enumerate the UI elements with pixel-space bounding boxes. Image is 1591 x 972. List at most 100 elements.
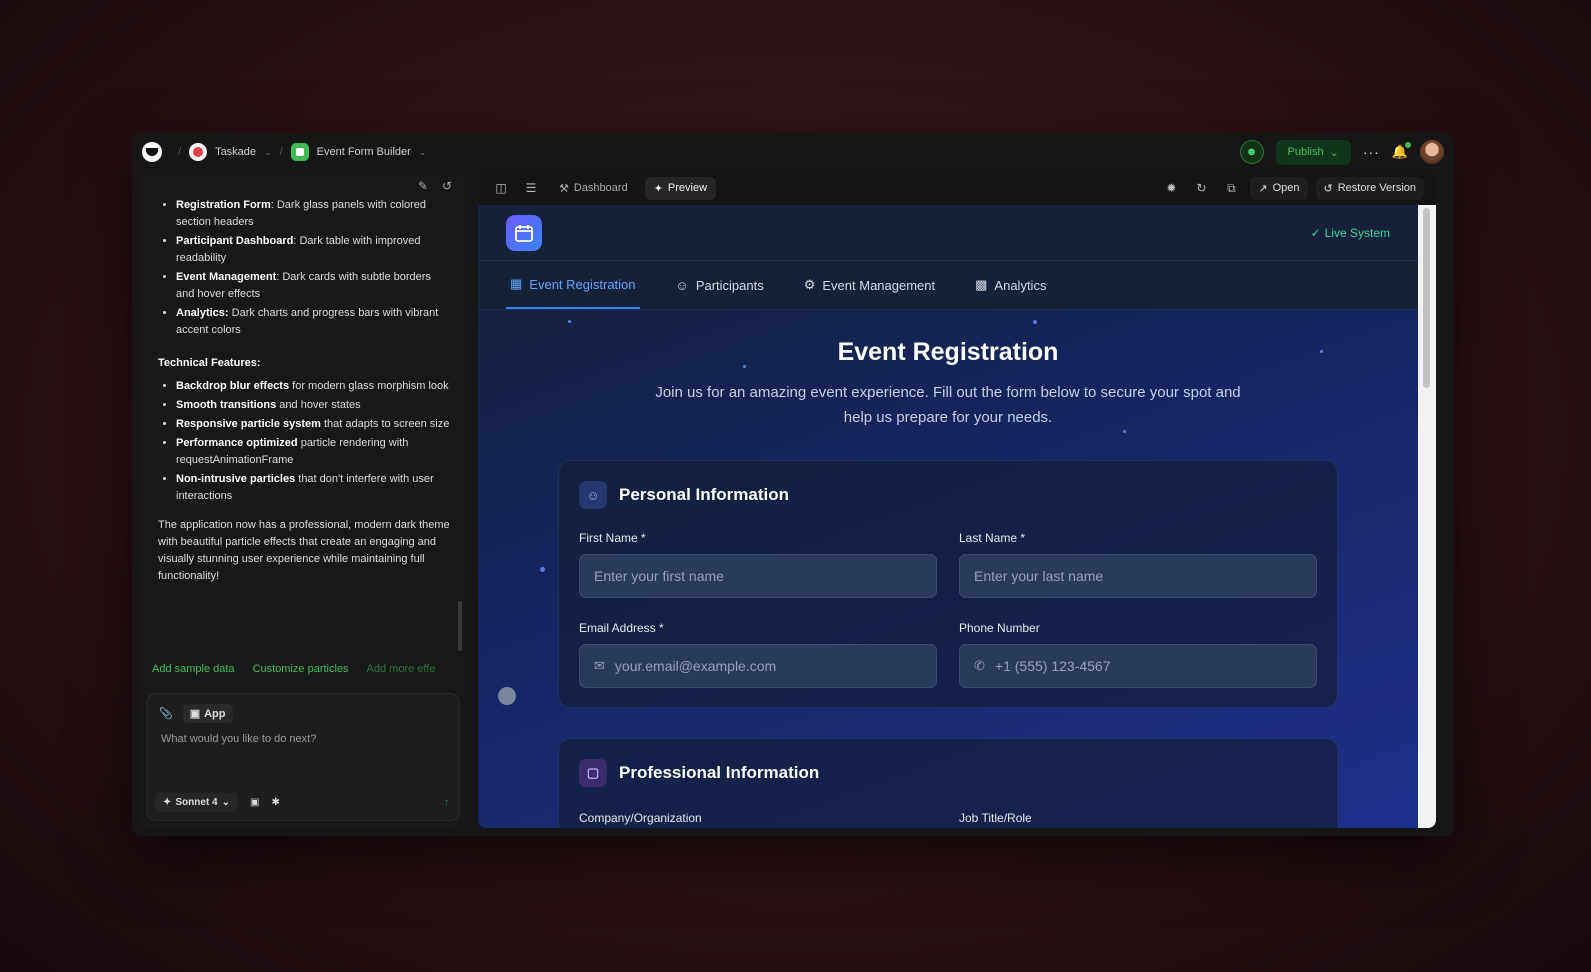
particle <box>1033 320 1037 324</box>
workspace-name[interactable]: Taskade <box>215 146 256 158</box>
summary-text: The application now has a professional, … <box>158 519 450 582</box>
list-item: Participant Dashboard: Dark table with i… <box>176 233 450 267</box>
history-icon: ↺ <box>1323 182 1333 195</box>
bell-icon[interactable]: 🔔 <box>1392 142 1411 160</box>
users-icon: ☺ <box>675 277 689 293</box>
last-name-field: Last Name * Enter your last name <box>959 531 1317 598</box>
calendar-icon: ▦ <box>510 276 523 291</box>
avatar[interactable] <box>1420 140 1444 164</box>
dashboard-tab[interactable]: ⚒ Dashboard <box>550 177 637 200</box>
first-name-field: First Name * Enter your first name <box>579 531 937 598</box>
particle <box>498 687 516 705</box>
tech-features-heading: Technical Features: <box>158 357 261 369</box>
page-subtitle: Join us for an amazing event experience.… <box>655 384 1241 426</box>
wrench-icon: ⚒ <box>559 182 569 195</box>
publish-button[interactable]: Publish ⌄ <box>1275 139 1351 165</box>
taskade-logo-icon[interactable] <box>142 142 162 162</box>
mode-toggle-icon[interactable]: ▣ <box>250 797 259 808</box>
send-arrow-icon[interactable]: ↑ <box>444 797 449 808</box>
particle <box>540 567 545 572</box>
suggestion-customize-particles[interactable]: Customize particles <box>253 663 349 675</box>
refresh-icon[interactable]: ↻ <box>1190 177 1212 199</box>
chevron-down-icon[interactable]: ⌄ <box>419 147 427 158</box>
menu-icon[interactable]: ☰ <box>520 177 542 199</box>
phone-input[interactable]: ✆ +1 (555) 123-4567 <box>959 644 1317 688</box>
app-context-chip[interactable]: ▣ App <box>182 704 233 723</box>
user-icon: ☺ <box>579 481 607 509</box>
copy-icon[interactable]: ⧉ <box>1220 177 1242 199</box>
more-options-icon[interactable]: ··· <box>1363 144 1380 160</box>
section-title: Professional Information <box>619 763 820 782</box>
gear-icon: ⚙ <box>803 277 816 292</box>
list-item: Analytics: Dark charts and progress bars… <box>176 305 450 339</box>
restore-version-button[interactable]: ↺ Restore Version <box>1315 176 1424 200</box>
model-selector[interactable]: ✦ Sonnet 4 ⌄ <box>155 793 239 812</box>
first-name-input[interactable]: Enter your first name <box>579 554 937 598</box>
calendar-icon <box>506 214 542 251</box>
attach-icon[interactable]: 📎 <box>159 707 173 720</box>
particle <box>568 320 571 323</box>
preview-scrollbar[interactable] <box>1418 205 1436 828</box>
company-field: Company/Organization <box>579 811 702 825</box>
briefcase-icon: ▢ <box>579 759 607 787</box>
invite-user-icon[interactable]: ☻ <box>1239 140 1264 164</box>
list-item: Backdrop blur effects for modern glass m… <box>176 378 450 395</box>
sidebar-toggle-icon[interactable]: ◫ <box>490 177 512 199</box>
particle <box>1123 430 1126 433</box>
list-item: Registration Form: Dark glass panels wit… <box>176 197 450 231</box>
tab-event-management[interactable]: ⚙ Event Management <box>800 261 939 309</box>
top-bar: / Taskade ⌄ / Event Form Builder ⌄ ☻ Pub… <box>132 133 1454 171</box>
email-input[interactable]: ✉ your.email@example.com <box>579 644 937 688</box>
tab-event-registration[interactable]: ▦ Event Registration <box>506 261 640 309</box>
tab-analytics[interactable]: ▩ Analytics <box>971 261 1050 309</box>
new-chat-icon[interactable]: ✎ <box>418 179 428 193</box>
chat-input[interactable]: What would you like to do next? <box>147 733 459 745</box>
section-title: Personal Information <box>619 485 790 504</box>
chat-composer: 📎 ▣ App What would you like to do next? ✦… <box>146 693 460 821</box>
magic-wand-icon[interactable]: ✱ <box>271 797 279 808</box>
app-preview: ✓ Live System ▦ Event Registration ☺ Partic… <box>478 205 1418 828</box>
mail-icon: ✉ <box>594 658 605 673</box>
page-title: Event Registration <box>837 338 1059 366</box>
list-item: Event Management: Dark cards with subtle… <box>176 269 450 303</box>
list-item: Non-intrusive particles that don't inter… <box>176 471 450 505</box>
preview-header: ✓ Live System <box>478 205 1418 261</box>
preview-tabs: ▦ Event Registration ☺ Participants ⚙ Event… <box>478 261 1418 310</box>
job-title-field: Job Title/Role <box>959 811 1032 825</box>
suggestion-add-sample-data[interactable]: Add sample data <box>152 663 235 675</box>
preview-toolbar: ◫ ☰ ⚒ Dashboard ✦ Preview ✹ ↻ ⧉ ↗ Open ↺ Res… <box>478 171 1436 205</box>
history-icon[interactable]: ↺ <box>442 179 452 193</box>
professional-info-card: ▢ Professional Information Company/Organi… <box>558 738 1338 828</box>
chat-panel: ✎ ↺ Registration Form: Dark glass panels… <box>140 171 466 828</box>
tech-features-list: Backdrop blur effects for modern glass m… <box>158 378 450 505</box>
preview-tab[interactable]: ✦ Preview <box>644 176 717 200</box>
check-circle-icon: ✓ <box>1310 225 1321 240</box>
phone-field: Phone Number ✆ +1 (555) 123-4567 <box>959 621 1317 688</box>
suggestion-add-more-effects[interactable]: Add more effe <box>367 663 436 675</box>
open-button[interactable]: ↗ Open <box>1250 176 1308 200</box>
list-item: Responsive particle system that adapts t… <box>176 416 450 433</box>
personal-info-card: ☺ Personal Information First Name * Enter… <box>558 460 1338 708</box>
list-item: Smooth transitions and hover states <box>176 397 450 414</box>
project-name[interactable]: Event Form Builder <box>317 146 411 158</box>
sparkle-icon: ✦ <box>163 797 172 808</box>
chat-scrollbar[interactable] <box>458 601 462 651</box>
tab-participants[interactable]: ☺ Participants <box>672 261 768 309</box>
list-item: Performance optimized particle rendering… <box>176 435 450 469</box>
app-window-icon: ▣ <box>189 708 201 720</box>
chevron-down-icon: ⌄ <box>221 797 231 808</box>
last-name-input[interactable]: Enter your last name <box>959 554 1317 598</box>
project-icon <box>290 143 309 161</box>
suggestion-chips: Add sample data Customize particles Add … <box>152 663 435 675</box>
phone-icon: ✆ <box>974 658 985 673</box>
component-changes-list: Registration Form: Dark glass panels wit… <box>158 197 450 339</box>
chevron-down-icon: ⌄ <box>1329 146 1339 159</box>
bug-icon[interactable]: ✹ <box>1160 177 1182 199</box>
chevron-down-icon[interactable]: ⌄ <box>264 147 272 158</box>
app-window: / Taskade ⌄ / Event Form Builder ⌄ ☻ Pub… <box>132 133 1454 836</box>
chat-message: Registration Form: Dark glass panels wit… <box>158 197 450 585</box>
preview-panel: ◫ ☰ ⚒ Dashboard ✦ Preview ✹ ↻ ⧉ ↗ Open ↺ Res… <box>478 171 1436 828</box>
email-field: Email Address * ✉ your.email@example.com <box>579 621 937 688</box>
live-status: ✓ Live System <box>1310 225 1390 240</box>
workspace-icon <box>189 143 208 161</box>
